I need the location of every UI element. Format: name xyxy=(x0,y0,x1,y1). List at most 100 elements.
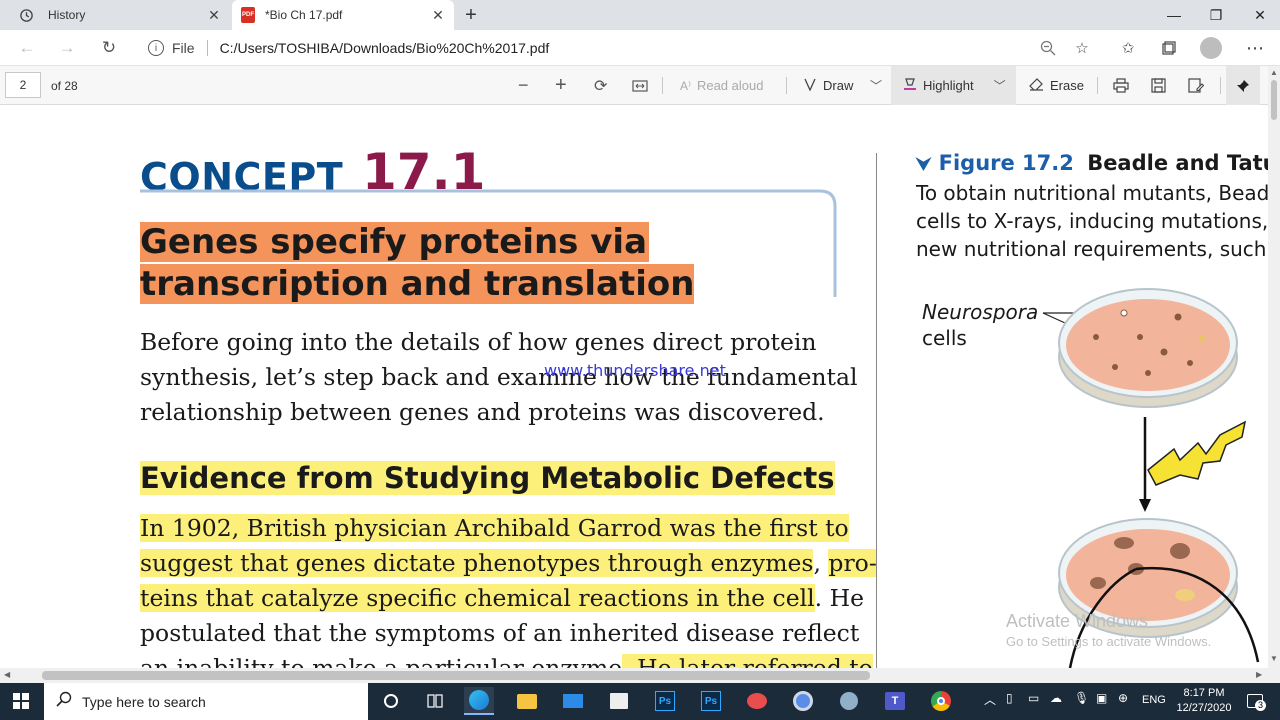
chrome-icon[interactable] xyxy=(926,687,956,715)
favorite-star-icon[interactable]: ☆ xyxy=(1070,36,1094,60)
scroll-down-icon[interactable]: ▼ xyxy=(1270,654,1278,663)
store-icon[interactable] xyxy=(604,687,634,715)
address-bar[interactable]: i File C:/Users/TOSHIBA/Downloads/Bio%20… xyxy=(136,34,1102,62)
forward-icon[interactable]: → xyxy=(54,36,80,60)
mail-icon[interactable] xyxy=(558,687,588,715)
pen-app-icon[interactable] xyxy=(834,687,864,715)
clock-date: 12/27/2020 xyxy=(1176,702,1232,714)
url-text[interactable]: C:/Users/TOSHIBA/Downloads/Bio%20Ch%2017… xyxy=(220,40,550,56)
clock[interactable]: 8:17 PM 12/27/2020 xyxy=(1174,686,1234,716)
chevron-down-icon[interactable]: ﹀ xyxy=(994,77,1006,94)
draw-button[interactable]: Draw xyxy=(803,66,853,105)
toolbar-separator xyxy=(786,77,787,94)
save-as-icon[interactable] xyxy=(1188,66,1204,105)
pin-toolbar-icon[interactable] xyxy=(1226,66,1260,105)
teams-icon[interactable]: T xyxy=(880,687,910,715)
microphone-icon[interactable]: 🎙 xyxy=(1074,691,1089,705)
draw-label: Draw xyxy=(823,78,854,93)
file-explorer-icon[interactable] xyxy=(512,687,542,715)
fit-page-icon[interactable] xyxy=(632,66,648,105)
print-icon[interactable] xyxy=(1113,66,1129,105)
close-window-button[interactable]: ✕ xyxy=(1238,0,1280,30)
photoshop-2-icon[interactable]: Ps xyxy=(696,687,726,715)
heading-line-2-text: transcription and translation xyxy=(140,264,695,304)
column-divider xyxy=(876,153,877,668)
close-icon[interactable]: ✕ xyxy=(430,7,446,23)
back-icon[interactable]: ← xyxy=(14,36,40,60)
caption-line-2: cells to X-rays, inducing mutations, xyxy=(916,209,1268,233)
activate-windows: Activate Windows Go to Settings to activ… xyxy=(1006,611,1211,649)
eraser-icon xyxy=(1029,77,1044,94)
highlight-label: Highlight xyxy=(923,78,974,93)
petri-dish-top xyxy=(1058,288,1238,408)
horizontal-scroll-thumb[interactable] xyxy=(42,671,870,680)
collections-icon[interactable] xyxy=(1157,36,1181,60)
cloud-icon[interactable]: ☁ xyxy=(1050,691,1062,705)
file-label: File xyxy=(172,40,195,56)
draw-icon xyxy=(803,77,817,94)
notifications-icon[interactable]: 3 xyxy=(1244,691,1266,711)
caption-line-1: To obtain nutritional mutants, Bead xyxy=(916,181,1268,205)
read-aloud-button[interactable]: A⁾ Read aloud xyxy=(680,66,763,105)
vertical-scrollbar[interactable]: ▲ ▼ xyxy=(1268,66,1280,668)
refresh-icon[interactable]: ↻ xyxy=(96,36,122,60)
cortana-icon[interactable] xyxy=(376,687,406,715)
zoom-out-icon[interactable]: − xyxy=(518,66,529,105)
edge-icon[interactable] xyxy=(464,687,494,715)
history-icon xyxy=(18,7,34,23)
tab-title: History xyxy=(48,8,86,22)
new-tab-button[interactable]: + xyxy=(460,5,482,25)
zoom-icon[interactable] xyxy=(1036,36,1060,60)
search-placeholder: Type here to search xyxy=(82,693,206,710)
network-icon[interactable]: ⊕ xyxy=(1118,691,1128,705)
toolbar-separator xyxy=(1220,77,1221,94)
tab-pdf[interactable]: PDF *Bio Ch 17.pdf ✕ xyxy=(232,0,454,30)
minimize-button[interactable]: — xyxy=(1152,0,1196,30)
chrome-alt-icon[interactable] xyxy=(788,687,818,715)
highlight-button[interactable]: Highlight ﹀ xyxy=(891,66,1016,105)
figure-label: Figure 17.2 xyxy=(938,151,1074,175)
pdf-toolbar: 2 of 28 − + ⟳ A⁾ Read aloud Draw ﹀ Highl… xyxy=(0,66,1268,105)
language-indicator[interactable]: ENG xyxy=(1142,694,1166,706)
garrod-line-5: an inability to make a particular enzyme… xyxy=(140,651,877,668)
tab-history[interactable]: History ✕ xyxy=(8,0,230,30)
draw-options-chevron-icon[interactable]: ﹀ xyxy=(870,66,882,105)
intro-line-3: relationship between genes and proteins … xyxy=(140,398,825,426)
zoom-in-icon[interactable]: + xyxy=(555,66,567,105)
activate-line-2: Go to Settings to activate Windows. xyxy=(1006,634,1212,649)
intro-line-2: synthesis, let’s step back and examine h… xyxy=(140,363,858,391)
close-icon[interactable]: ✕ xyxy=(206,7,222,23)
paint-icon[interactable] xyxy=(742,687,772,715)
figure-title: Beadle and Tatu xyxy=(1087,151,1268,175)
read-aloud-label: Read aloud xyxy=(696,78,764,93)
save-icon[interactable] xyxy=(1151,66,1166,105)
erase-button[interactable]: Erase xyxy=(1029,66,1084,105)
profile-avatar-icon[interactable] xyxy=(1199,36,1223,60)
scroll-left-icon[interactable]: ◀ xyxy=(4,670,10,679)
page-number-input[interactable]: 2 xyxy=(5,72,41,98)
more-icon[interactable]: ⋯ xyxy=(1243,36,1267,60)
heading-line-2: transcription and translation xyxy=(140,263,695,305)
windows-start-icon[interactable] xyxy=(6,687,36,715)
photoshop-icon[interactable]: Ps xyxy=(650,687,680,715)
horizontal-scrollbar[interactable]: ◀ ▶ xyxy=(0,668,1280,683)
tab-bar: History ✕ PDF *Bio Ch 17.pdf ✕ + — ❐ ✕ xyxy=(0,0,1280,30)
figure-caption: To obtain nutritional mutants, Bead cell… xyxy=(916,179,1268,263)
favorites-icon[interactable]: ✩ xyxy=(1116,36,1140,60)
webcam-icon[interactable]: ▣ xyxy=(1096,691,1107,705)
garrod-line-4: postulated that the symptoms of an inher… xyxy=(140,619,860,647)
task-view-icon[interactable] xyxy=(420,687,450,715)
show-hidden-icons[interactable]: ︿ xyxy=(984,691,996,708)
maximize-button[interactable]: ❐ xyxy=(1194,0,1238,30)
heading-line-1-text: Genes specify proteins via xyxy=(140,222,650,262)
battery-icon[interactable]: ▭ xyxy=(1028,691,1039,705)
clock-time: 8:17 PM xyxy=(1183,687,1225,699)
rotate-icon[interactable]: ⟳ xyxy=(594,66,607,105)
highlight-icon xyxy=(903,77,917,94)
info-icon[interactable]: i xyxy=(148,40,164,56)
scroll-thumb[interactable] xyxy=(1271,80,1277,120)
taskbar-search-box[interactable]: Type here to search xyxy=(44,683,368,720)
scroll-right-icon[interactable]: ▶ xyxy=(1256,670,1262,679)
tray-app-icon[interactable]: ▯ xyxy=(1006,691,1013,705)
scroll-up-icon[interactable]: ▲ xyxy=(1270,68,1278,77)
